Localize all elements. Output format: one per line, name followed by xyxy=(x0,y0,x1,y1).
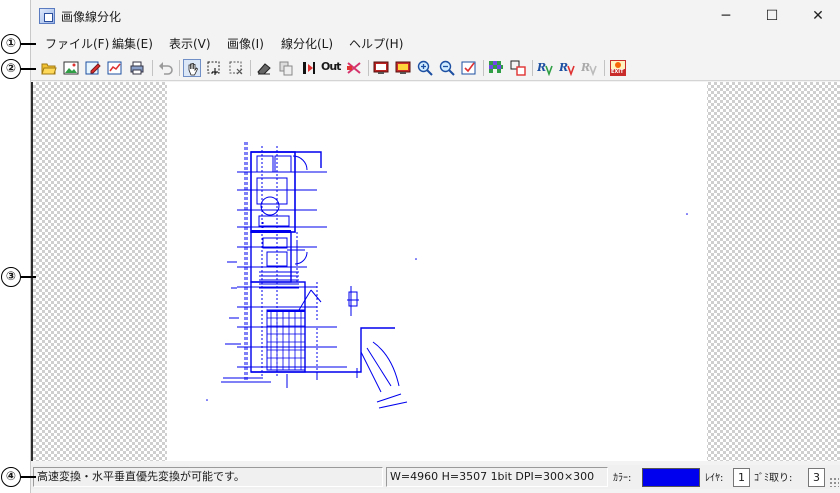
fit-icon[interactable] xyxy=(460,59,478,77)
rv-icon[interactable]: R xyxy=(536,59,554,77)
undo-icon[interactable] xyxy=(157,59,175,77)
status-message: 高速変換・水平垂直優先変換が可能です。 xyxy=(33,467,383,487)
deselect-icon[interactable] xyxy=(227,59,245,77)
menu-help[interactable]: ヘルプ(H) xyxy=(349,35,403,52)
layer-icon[interactable] xyxy=(509,59,527,77)
zoom-out-icon[interactable] xyxy=(438,59,456,77)
menu-edit[interactable]: 編集(E) xyxy=(112,35,153,52)
close-button[interactable]: ✕ xyxy=(795,0,840,32)
print-icon[interactable] xyxy=(128,59,146,77)
drawing-page xyxy=(167,82,707,461)
edit-icon[interactable] xyxy=(84,59,102,77)
exit-icon[interactable]: EXIT xyxy=(609,59,627,77)
layer-value[interactable]: 1 xyxy=(733,468,750,487)
full-icon[interactable] xyxy=(394,59,412,77)
floor-plan-drawing xyxy=(206,142,688,409)
rv2-icon[interactable]: R xyxy=(558,59,576,77)
exit-label: EXIT xyxy=(611,69,624,75)
toolbar: Out R R R EXIT xyxy=(31,56,840,81)
svg-text:R: R xyxy=(581,61,590,74)
menu-file[interactable]: ファイル(F) xyxy=(45,35,109,52)
open-folder-icon[interactable] xyxy=(40,59,58,77)
menu-bar: ファイル(F) 編集(E) 表示(V) 画像(I) 線分化(L) ヘルプ(H) xyxy=(31,32,840,54)
hand-icon[interactable] xyxy=(183,59,201,77)
out-label: Out xyxy=(321,60,341,73)
chart-icon[interactable] xyxy=(106,59,124,77)
menu-view[interactable]: 表示(V) xyxy=(169,35,211,52)
image-icon[interactable] xyxy=(62,59,80,77)
menu-vectorize[interactable]: 線分化(L) xyxy=(281,35,333,52)
minimize-button[interactable]: ─ xyxy=(703,0,749,32)
out-icon[interactable]: Out xyxy=(321,59,341,77)
window-title: 画像線分化 xyxy=(61,10,122,24)
rv3-icon[interactable]: R xyxy=(580,59,598,77)
image-canvas[interactable] xyxy=(31,82,840,461)
layer-label: ﾚｲﾔ: xyxy=(705,473,724,484)
noise-label: ｺﾞﾐ取り: xyxy=(754,473,793,484)
resize-grip[interactable] xyxy=(829,477,839,487)
monitor-icon[interactable] xyxy=(372,59,390,77)
eraser-icon[interactable] xyxy=(255,59,273,77)
callout-2: ② xyxy=(0,58,36,80)
image-info: W=4960 H=3507 1bit DPI=300×300 xyxy=(386,467,608,487)
callout-1: ① xyxy=(0,33,36,55)
select-icon[interactable] xyxy=(205,59,223,77)
noise-value[interactable]: 3 xyxy=(808,468,825,487)
color-swatch[interactable] xyxy=(642,468,700,487)
trim-icon[interactable] xyxy=(299,59,317,77)
menu-image[interactable]: 画像(I) xyxy=(227,35,264,52)
tile-icon[interactable] xyxy=(487,59,505,77)
maximize-button[interactable]: ☐ xyxy=(749,0,795,32)
status-bar: 高速変換・水平垂直優先変換が可能です。 W=4960 H=3507 1bit D… xyxy=(31,465,840,489)
color-label: ｶﾗｰ: xyxy=(613,473,632,484)
app-window: 画像線分化 ─ ☐ ✕ ファイル(F) 編集(E) 表示(V) 画像(I) 線分… xyxy=(30,0,840,493)
zoom-in-icon[interactable] xyxy=(416,59,434,77)
vectorize-icon[interactable] xyxy=(345,59,363,77)
callout-4: ④ xyxy=(0,466,36,488)
title-bar: 画像線分化 ─ ☐ ✕ xyxy=(31,0,840,32)
copy-icon[interactable] xyxy=(277,59,295,77)
app-icon xyxy=(39,8,55,24)
callout-3: ③ xyxy=(0,266,36,288)
svg-text:R: R xyxy=(537,61,546,74)
svg-text:R: R xyxy=(559,61,568,74)
